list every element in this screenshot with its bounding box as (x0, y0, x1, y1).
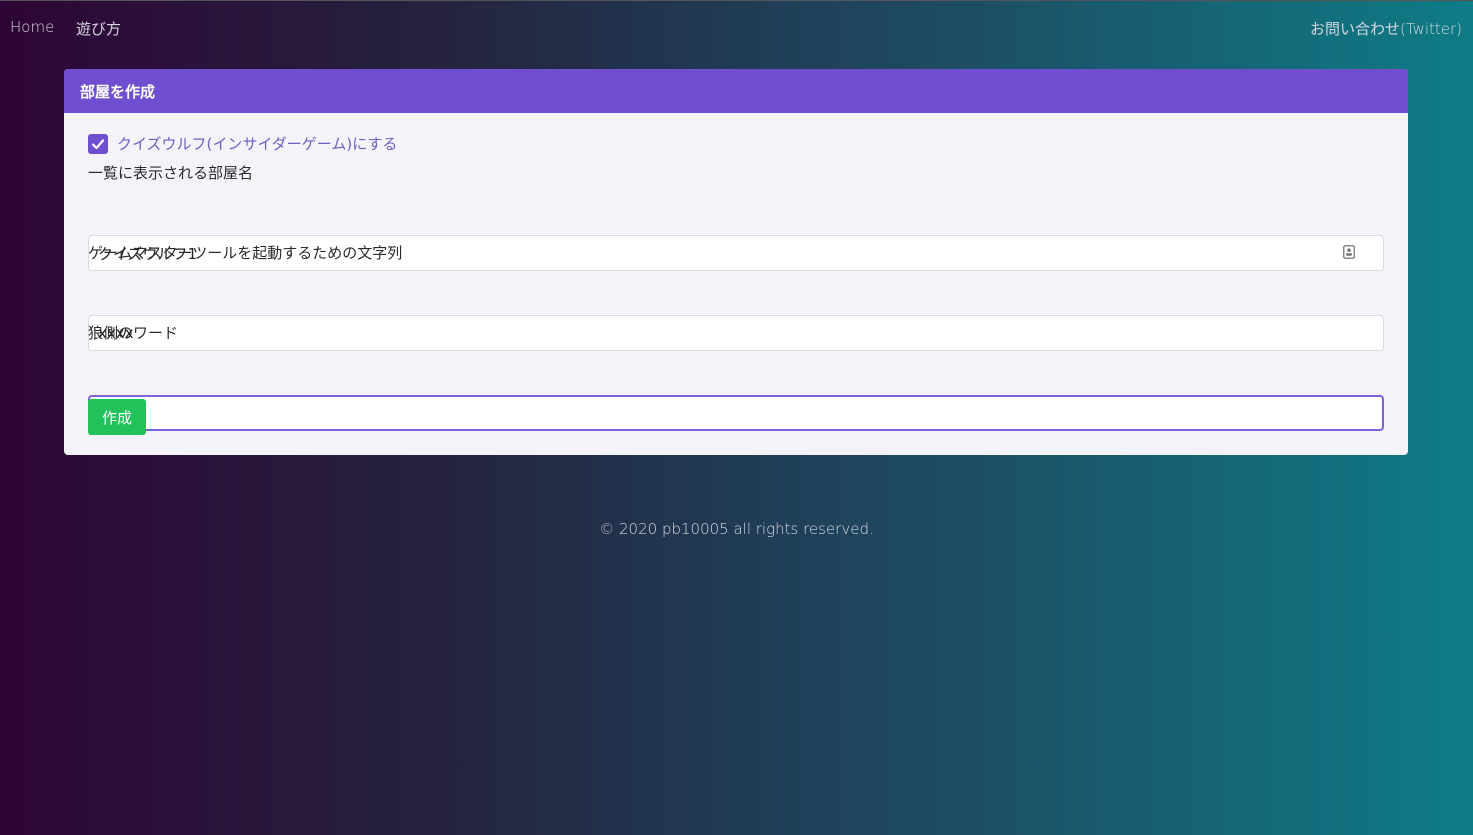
nav-howto-link[interactable]: 遊び方 (76, 18, 121, 39)
contact-card-icon[interactable] (1343, 245, 1355, 259)
wolf-word-input[interactable] (88, 395, 1384, 431)
create-button[interactable]: 作成 (88, 399, 146, 435)
nav-contact-link[interactable]: お問い合わせ(Twitter) (1310, 18, 1462, 39)
create-room-card: 部屋を作成 クイズウルフ(インサイダーゲーム)にする 一覧に表示される部屋名 ゲ… (64, 69, 1408, 455)
quizwolf-checkbox-label[interactable]: クイズウルフ(インサイダーゲーム)にする (117, 133, 397, 154)
top-navbar: Home 遊び方 お問い合わせ(Twitter) (0, 1, 1473, 55)
footer-copyright: © 2020 pb10005 all rights reserved. (599, 520, 874, 538)
nav-home-link[interactable]: Home (10, 18, 54, 36)
room-name-label: 一覧に表示される部屋名 (88, 164, 254, 182)
quizwolf-checkbox[interactable] (88, 133, 108, 154)
gm-tool-input[interactable] (88, 315, 1384, 351)
card-title: 部屋を作成 (64, 69, 1408, 113)
wolf-word-label: 狼側のワード (88, 324, 179, 342)
check-icon (91, 138, 105, 149)
gm-tool-label: ゲームマスターツールを起動するための文字列 (88, 244, 403, 262)
quizwolf-option: クイズウルフ(インサイダーゲーム)にする (88, 133, 397, 154)
